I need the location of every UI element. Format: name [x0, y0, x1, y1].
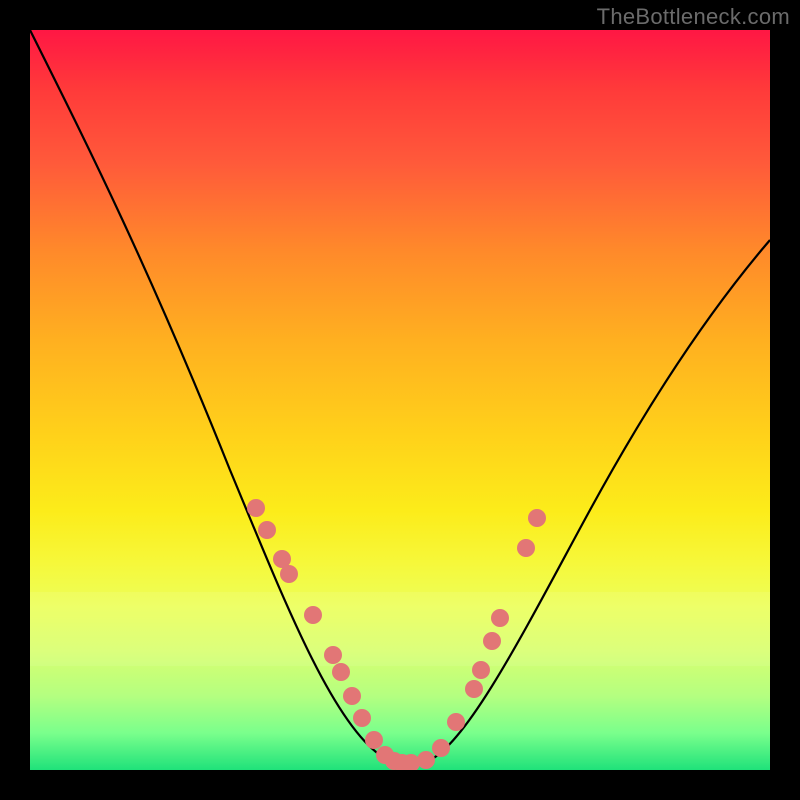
marker-dot — [517, 539, 535, 557]
marker-dot — [465, 680, 483, 698]
marker-dot — [528, 509, 546, 527]
marker-dot — [417, 751, 435, 769]
marker-dot — [258, 521, 276, 539]
chart-frame: TheBottleneck.com — [0, 0, 800, 800]
marker-dot — [365, 731, 383, 749]
marker-dot — [447, 713, 465, 731]
marker-dot — [343, 687, 361, 705]
marker-dot — [332, 663, 350, 681]
marker-dot — [483, 632, 501, 650]
marker-dot — [491, 609, 509, 627]
marker-dot — [324, 646, 342, 664]
marker-dot — [432, 739, 450, 757]
marker-dot — [353, 709, 371, 727]
marker-group — [247, 499, 546, 770]
marker-dot — [472, 661, 490, 679]
watermark-text: TheBottleneck.com — [597, 4, 790, 30]
bottleneck-curve — [30, 30, 770, 763]
marker-dot — [280, 565, 298, 583]
marker-dot — [304, 606, 322, 624]
plot-area — [30, 30, 770, 770]
curve-svg — [30, 30, 770, 770]
marker-dot — [247, 499, 265, 517]
